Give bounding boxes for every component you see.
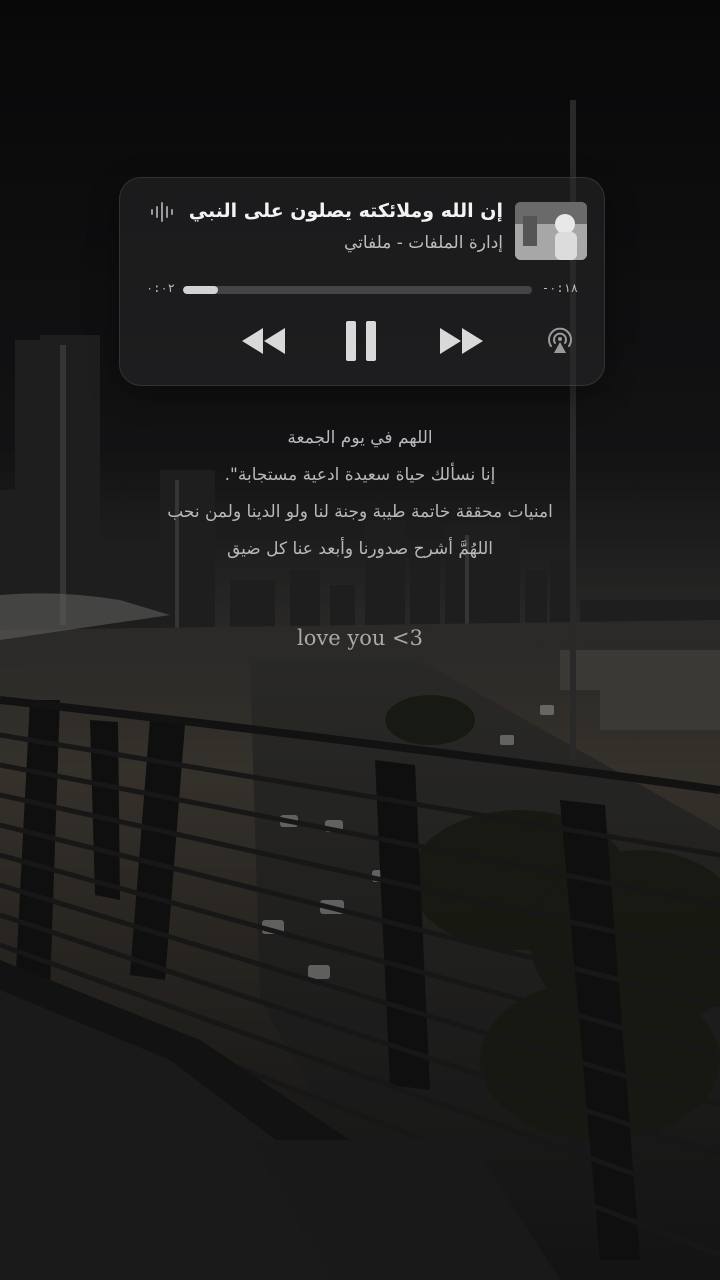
rewind-button[interactable] <box>238 318 288 364</box>
elapsed-time: ٠:٠٢ <box>146 281 175 295</box>
pause-button[interactable] <box>341 318 381 364</box>
now-playing-widget: إن الله وملائكته يصلون على النبي إدارة ا… <box>119 177 605 386</box>
airplay-button[interactable] <box>544 318 576 364</box>
lyric-line: اللهُمَّ أشرح صدورنا وأبعد عنا كل ضيق <box>226 539 494 559</box>
lyrics-block: اللهم في يوم الجمعة إنا نسألك حياة سعيدة… <box>0 420 720 568</box>
waveform-icon <box>151 202 173 222</box>
track-source: إدارة الملفات - ملفاتي <box>343 233 503 253</box>
lyric-line: امنيات محققة خاتمة طيبة وجنة لنا ولو الد… <box>167 502 553 522</box>
remaining-time: -٠:١٨ <box>541 281 578 295</box>
airplay-audio-icon <box>548 327 572 353</box>
pause-icon <box>346 321 376 361</box>
fast-forward-icon <box>440 328 483 354</box>
rewind-icon <box>242 328 285 354</box>
fast-forward-button[interactable] <box>437 318 487 364</box>
playback-scrubber[interactable] <box>183 286 532 294</box>
playback-progress-fill <box>183 286 218 294</box>
artwork-image <box>515 202 587 260</box>
lyric-line: اللهم في يوم الجمعة <box>287 428 433 448</box>
track-title: إن الله وملائكته يصلون على النبي <box>188 200 503 222</box>
album-artwork[interactable] <box>515 202 587 260</box>
caption-text: love you <3 <box>297 626 423 650</box>
lyric-line: إنا نسألك حياة سعيدة ادعية مستجابة". <box>224 465 496 485</box>
